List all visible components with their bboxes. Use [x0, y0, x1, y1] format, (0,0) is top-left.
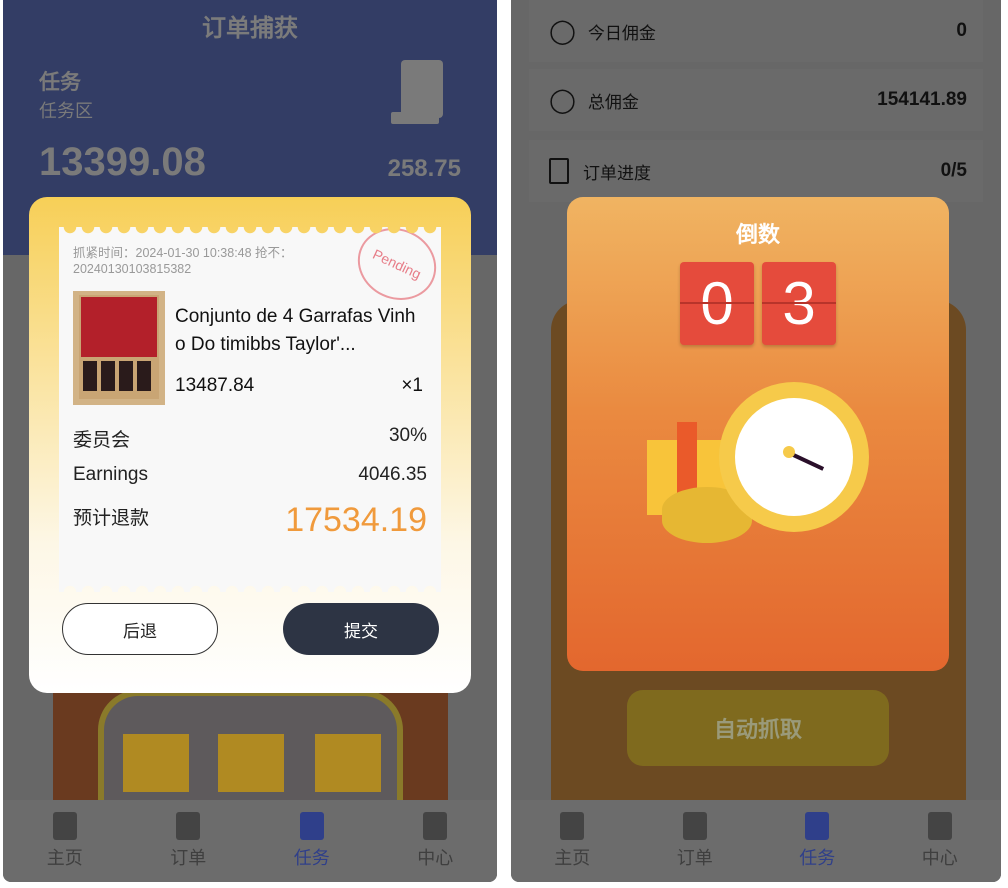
- countdown-modal: 倒数 0 3: [567, 197, 949, 671]
- person-icon: [423, 812, 448, 840]
- back-button[interactable]: 后退: [62, 603, 218, 655]
- nav-tasks[interactable]: 任务: [250, 800, 374, 882]
- list-icon: [682, 812, 707, 840]
- stat-total-commission: ◯ 总佣金 154141.89: [529, 69, 983, 131]
- countdown-title: 倒数: [735, 222, 780, 247]
- grab-time: 抓紧时间：2024-01-30 10:38:48 抢不：: [73, 246, 293, 260]
- order-modal: 抓紧时间：2024-01-30 10:38:48 抢不： 20240130103…: [29, 197, 471, 693]
- user-icon: ◯: [549, 17, 576, 45]
- nav-home[interactable]: 主页: [3, 800, 127, 882]
- bottom-nav: 主页 订单 任务 中心: [511, 800, 1001, 882]
- checklist-icon: [391, 60, 461, 126]
- nav-orders[interactable]: 订单: [127, 800, 251, 882]
- earnings-row: Earnings 4046.35: [73, 464, 427, 485]
- countdown-digit: 0: [680, 262, 754, 345]
- product-image: [73, 291, 165, 405]
- balance: 13399.08: [39, 140, 206, 184]
- product-name: Conjunto de 4 Garrafas Vinho Do timibbs …: [175, 306, 416, 355]
- order-ticket: 抓紧时间：2024-01-30 10:38:48 抢不： 20240130103…: [59, 215, 449, 592]
- order-number: 20240130103815382: [73, 262, 192, 276]
- nav-home[interactable]: 主页: [511, 800, 634, 882]
- right-screen: ◯ 今日佣金 0 ◯ 总佣金 154141.89 订单进度 0/5 自动抓取 倒数 0 3…: [511, 0, 1001, 882]
- task-area-label: 任务区: [39, 101, 93, 121]
- nav-orders[interactable]: 订单: [634, 800, 757, 882]
- pending-stamp: Pending: [345, 215, 449, 313]
- task-icon: [805, 812, 830, 840]
- stat-today-commission: ◯ 今日佣金 0: [529, 0, 983, 62]
- left-screen: 订单捕获 任务 任务区 13399.08 258.75 抓紧时间：2024-01…: [3, 0, 497, 882]
- document-icon: [549, 158, 569, 184]
- submit-button[interactable]: 提交: [283, 603, 439, 655]
- product-qty: ×1: [401, 375, 423, 396]
- bottom-nav: 主页 订单 任务 中心: [3, 800, 497, 882]
- page-title: 订单捕获: [202, 15, 298, 42]
- product-price: 13487.84: [175, 375, 255, 396]
- task-label: 任务: [39, 71, 81, 94]
- home-icon: [52, 812, 77, 840]
- gift-clock-illustration: [647, 372, 877, 552]
- nav-tasks[interactable]: 任务: [756, 800, 879, 882]
- refund-value: 17534.19: [285, 501, 427, 539]
- nav-center[interactable]: 中心: [879, 800, 1002, 882]
- refund-row: 预计退款 17534.19: [73, 501, 427, 539]
- list-icon: [176, 812, 201, 840]
- gift-machine: [53, 690, 448, 802]
- nav-center[interactable]: 中心: [374, 800, 498, 882]
- person-icon: [927, 812, 952, 840]
- users-icon: ◯: [549, 86, 576, 114]
- secondary-value: 258.75: [387, 155, 461, 182]
- countdown-digit: 3: [762, 262, 836, 345]
- task-icon: [299, 812, 324, 840]
- stat-order-progress: 订单进度 0/5: [529, 140, 983, 202]
- auto-grab-button[interactable]: 自动抓取: [627, 690, 889, 766]
- commission-row: 委员会 30%: [73, 425, 427, 451]
- home-icon: [560, 812, 585, 840]
